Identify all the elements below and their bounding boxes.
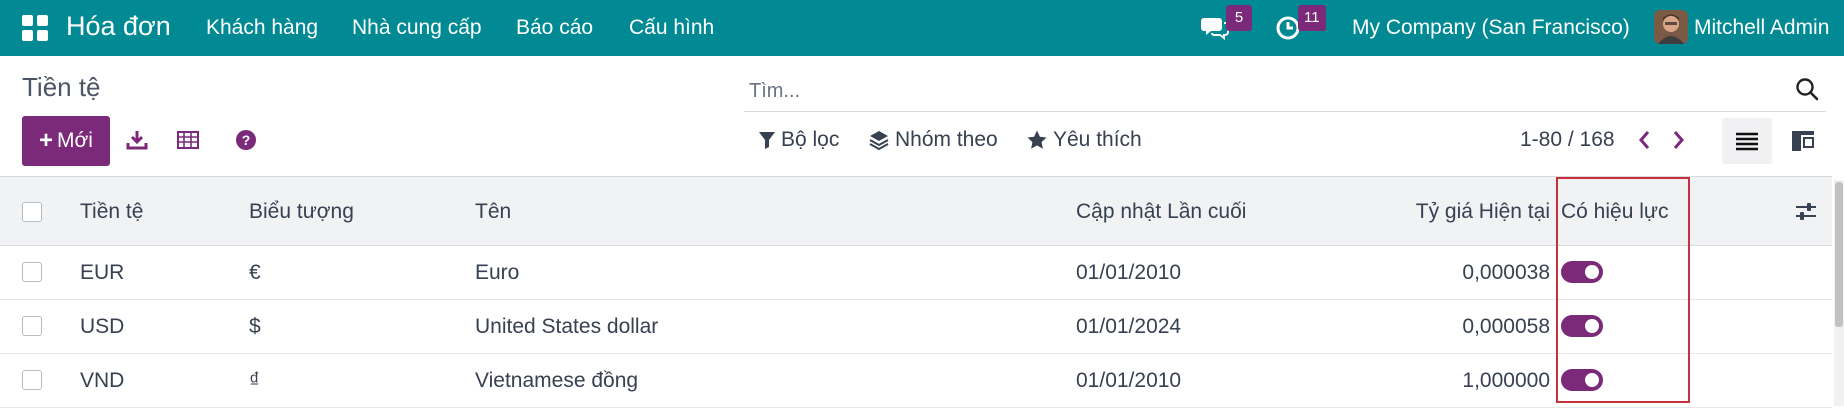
new-button-label: Mới (57, 129, 93, 152)
cell-current-rate: 0,000058 (1462, 315, 1550, 338)
favorites-label: Yêu thích (1053, 128, 1142, 151)
cell-name: Euro (475, 261, 520, 284)
group-by-label: Nhóm theo (895, 128, 998, 151)
layers-icon (869, 131, 889, 151)
filters-dropdown[interactable]: Bộ lọc (758, 128, 839, 152)
cell-currency: VND (80, 369, 125, 392)
column-header-active[interactable]: Có hiệu lực (1561, 200, 1668, 224)
list-view-icon (1736, 132, 1758, 151)
table-row[interactable]: EUR € Euro 01/01/2010 0,000038 (0, 246, 1832, 300)
apps-menu-icon[interactable] (22, 15, 48, 41)
chevron-right-icon[interactable] (1667, 128, 1689, 152)
active-toggle[interactable] (1561, 315, 1603, 337)
svg-text:?: ? (242, 132, 251, 148)
column-header-last-update[interactable]: Cập nhật Lần cuối (1076, 200, 1246, 224)
column-header-current-rate[interactable]: Tỷ giá Hiện tại (1416, 200, 1550, 224)
list-view-button[interactable] (1722, 118, 1772, 164)
row-checkbox[interactable] (22, 262, 42, 282)
cell-last-update: 01/01/2010 (1076, 261, 1182, 284)
cell-name: Vietnamese đồng (475, 369, 639, 392)
pager-value[interactable]: 1-80 / 168 (1520, 128, 1615, 152)
column-header-currency[interactable]: Tiền tệ (80, 200, 143, 224)
table-row[interactable]: VND ₫ Vietnamese đồng 01/01/2010 1,00000… (0, 354, 1832, 408)
cell-currency: USD (80, 315, 125, 338)
new-button[interactable]: + Mới (22, 116, 110, 166)
active-toggle[interactable] (1561, 369, 1603, 391)
menu-item-customers[interactable]: Khách hàng (206, 16, 318, 40)
cell-currency: EUR (80, 261, 125, 284)
cell-current-rate: 0,000038 (1462, 261, 1550, 284)
download-icon[interactable] (125, 128, 151, 154)
cell-current-rate: 1,000000 (1462, 369, 1550, 392)
row-checkbox[interactable] (22, 370, 42, 390)
group-by-dropdown[interactable]: Nhóm theo (868, 128, 998, 152)
cell-symbol: $ (249, 315, 261, 338)
row-checkbox[interactable] (22, 316, 42, 336)
cell-name: United States dollar (475, 315, 659, 338)
cell-last-update: 01/01/2024 (1076, 315, 1182, 338)
top-navbar: Hóa đơn Khách hàng Nhà cung cấp Báo cáo … (0, 0, 1844, 56)
kanban-view-icon (1792, 131, 1814, 151)
kanban-view-button[interactable] (1778, 118, 1828, 164)
column-settings-icon[interactable] (1794, 200, 1818, 224)
cell-last-update: 01/01/2010 (1076, 369, 1182, 392)
scrollbar[interactable] (1834, 180, 1844, 406)
chevron-left-icon[interactable] (1634, 128, 1656, 152)
column-header-symbol[interactable]: Biểu tượng (249, 200, 354, 224)
search-input[interactable] (749, 76, 1749, 106)
help-icon[interactable]: ? (235, 129, 261, 155)
menu-item-reporting[interactable]: Báo cáo (516, 16, 593, 40)
search-bar (744, 70, 1826, 112)
activities-badge: 11 (1298, 5, 1326, 31)
table-header: Tiền tệ Biểu tượng Tên Cập nhật Lần cuối… (0, 176, 1832, 246)
filters-label: Bộ lọc (781, 128, 840, 151)
company-switcher[interactable]: My Company (San Francisco) (1352, 16, 1630, 40)
scrollbar-thumb[interactable] (1835, 182, 1843, 327)
user-menu[interactable]: Mitchell Admin (1694, 16, 1829, 40)
plus-icon: + (39, 127, 54, 154)
app-title[interactable]: Hóa đơn (66, 11, 171, 42)
spreadsheet-icon[interactable] (176, 128, 202, 154)
messages-badge: 5 (1226, 5, 1252, 31)
menu-item-configuration[interactable]: Cấu hình (629, 16, 714, 40)
column-header-name[interactable]: Tên (475, 200, 511, 224)
page-title: Tiền tệ (22, 72, 101, 102)
filter-icon (759, 132, 775, 149)
table-row[interactable]: USD $ United States dollar 01/01/2024 0,… (0, 300, 1832, 354)
search-icon[interactable] (1794, 76, 1820, 102)
select-all-checkbox[interactable] (22, 202, 42, 222)
avatar[interactable] (1654, 10, 1688, 44)
menu-item-vendors[interactable]: Nhà cung cấp (352, 16, 482, 40)
active-toggle[interactable] (1561, 261, 1603, 283)
favorites-dropdown[interactable]: Yêu thích (1026, 128, 1142, 152)
cell-symbol: ₫ (249, 369, 260, 392)
cell-symbol: € (249, 261, 261, 284)
star-icon (1027, 130, 1047, 149)
